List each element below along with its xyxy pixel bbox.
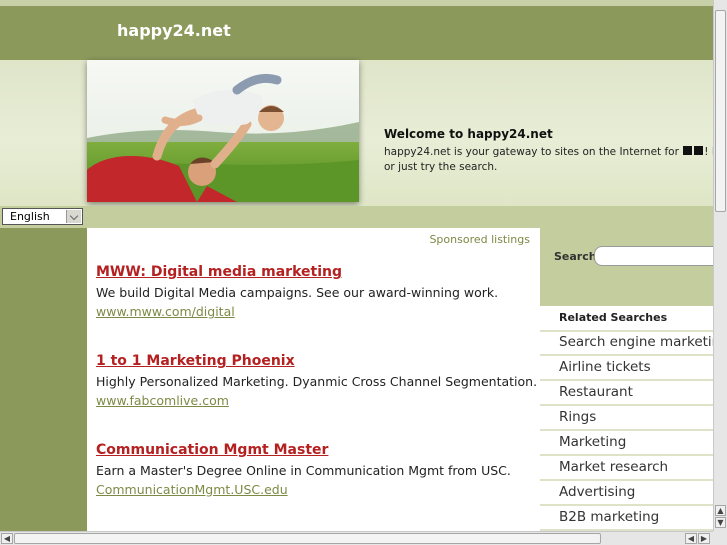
- ad-listing: MWW: Digital media marketing We build Di…: [96, 264, 498, 319]
- site-header: happy24.net: [0, 6, 713, 60]
- hero-banner: Welcome to happy24.net happy24.net is yo…: [0, 60, 713, 206]
- flag-squares-icon: [694, 146, 704, 155]
- flag-squares-icon: [683, 146, 693, 155]
- horizontal-scroll-thumb[interactable]: [14, 533, 601, 544]
- ad-listing: Communication Mgmt Master Earn a Master'…: [96, 442, 511, 497]
- vertical-scrollbar[interactable]: ▲ ▼: [713, 0, 727, 531]
- ad-description: Highly Personalized Marketing. Dyanmic C…: [96, 374, 538, 389]
- ad-title-link[interactable]: Communication Mgmt Master: [96, 442, 511, 458]
- sponsored-listings: Sponsored listings MWW: Digital media ma…: [87, 228, 540, 531]
- related-searches-header: Related Searches: [540, 308, 713, 332]
- related-search-link[interactable]: B2B marketing: [540, 506, 713, 531]
- ad-listing: 1 to 1 Marketing Phoenix Highly Personal…: [96, 353, 537, 408]
- left-column: [0, 228, 87, 531]
- sponsored-label: Sponsored listings: [429, 233, 530, 246]
- vertical-scroll-thumb[interactable]: [715, 10, 726, 212]
- ad-description: Earn a Master's Degree Online in Communi…: [96, 463, 511, 478]
- search-input[interactable]: [594, 246, 724, 266]
- horizontal-scrollbar[interactable]: ◀ ◀ ▶: [0, 531, 713, 545]
- related-searches-list: Search engine marketing Airline tickets …: [540, 331, 713, 531]
- related-search-link[interactable]: Airline tickets: [540, 356, 713, 381]
- ad-title-link[interactable]: 1 to 1 Marketing Phoenix: [96, 353, 537, 369]
- language-bar: English: [0, 206, 713, 228]
- ad-url-link[interactable]: www.fabcomlive.com: [96, 393, 537, 408]
- related-search-link[interactable]: Marketing: [540, 431, 713, 456]
- ad-description: We build Digital Media campaigns. See ou…: [96, 285, 499, 300]
- search-label: Search: [554, 250, 597, 263]
- scroll-left-icon[interactable]: ◀: [1, 533, 13, 544]
- scroll-left-icon[interactable]: ◀: [685, 533, 697, 544]
- related-search-link[interactable]: Market research: [540, 456, 713, 481]
- right-sidebar: Search Related Searches Search engine ma…: [540, 228, 724, 531]
- chevron-down-icon[interactable]: [66, 210, 81, 223]
- site-title[interactable]: happy24.net: [117, 21, 231, 40]
- language-select[interactable]: English: [2, 208, 83, 225]
- related-search-link[interactable]: Rings: [540, 406, 713, 431]
- welcome-text: happy24.net is your gateway to sites on …: [384, 145, 713, 175]
- related-search-link[interactable]: Restaurant: [540, 381, 713, 406]
- welcome-line2: or just try the search.: [384, 161, 498, 173]
- scroll-right-icon[interactable]: ▶: [698, 533, 710, 544]
- welcome-line1-start: happy24.net is your gateway to sites on …: [384, 146, 679, 158]
- scrollbar-corner: [713, 531, 727, 545]
- search-box: Search: [540, 228, 724, 306]
- welcome-line1-end: ! Browse: [704, 146, 713, 158]
- ad-url-link[interactable]: www.mww.com/digital: [96, 304, 498, 319]
- related-search-link[interactable]: Advertising: [540, 481, 713, 506]
- language-select-value: English: [10, 210, 50, 223]
- related-search-link[interactable]: Search engine marketing: [540, 331, 713, 356]
- scroll-down-icon[interactable]: ▼: [715, 517, 726, 528]
- scroll-up-icon[interactable]: ▲: [715, 505, 726, 516]
- related-searches-title: Related Searches: [559, 311, 668, 324]
- hero-photo: [87, 60, 359, 202]
- ad-url-link[interactable]: CommunicationMgmt.USC.edu: [96, 482, 511, 497]
- welcome-title: Welcome to happy24.net: [384, 127, 553, 141]
- ad-title-link[interactable]: MWW: Digital media marketing: [96, 264, 498, 280]
